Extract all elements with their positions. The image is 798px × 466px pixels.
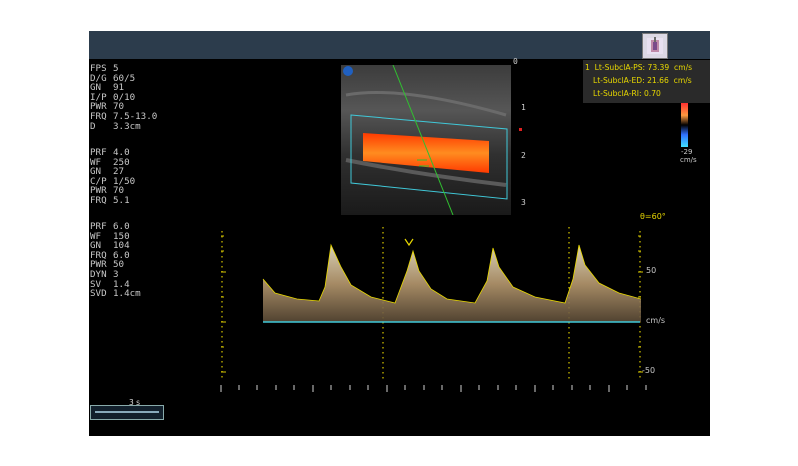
velocity-label-bottom: -50 [642,366,656,375]
spectral-doppler-display [220,227,647,392]
time-scale-line [95,411,159,413]
velocity-unit: cm/s [646,316,666,325]
velocity-label-top: 50 [646,266,657,275]
doppler-angle: θ=60° [640,212,666,221]
time-scale-label: 3 s [129,398,141,407]
time-scale-bar: 3 s [90,398,164,420]
ultrasound-screen: FPS 5 D/G 60/5 GN 91 I/P 0/10 PWR 70 FRQ 7.5-13.0 D 3… [89,31,710,436]
